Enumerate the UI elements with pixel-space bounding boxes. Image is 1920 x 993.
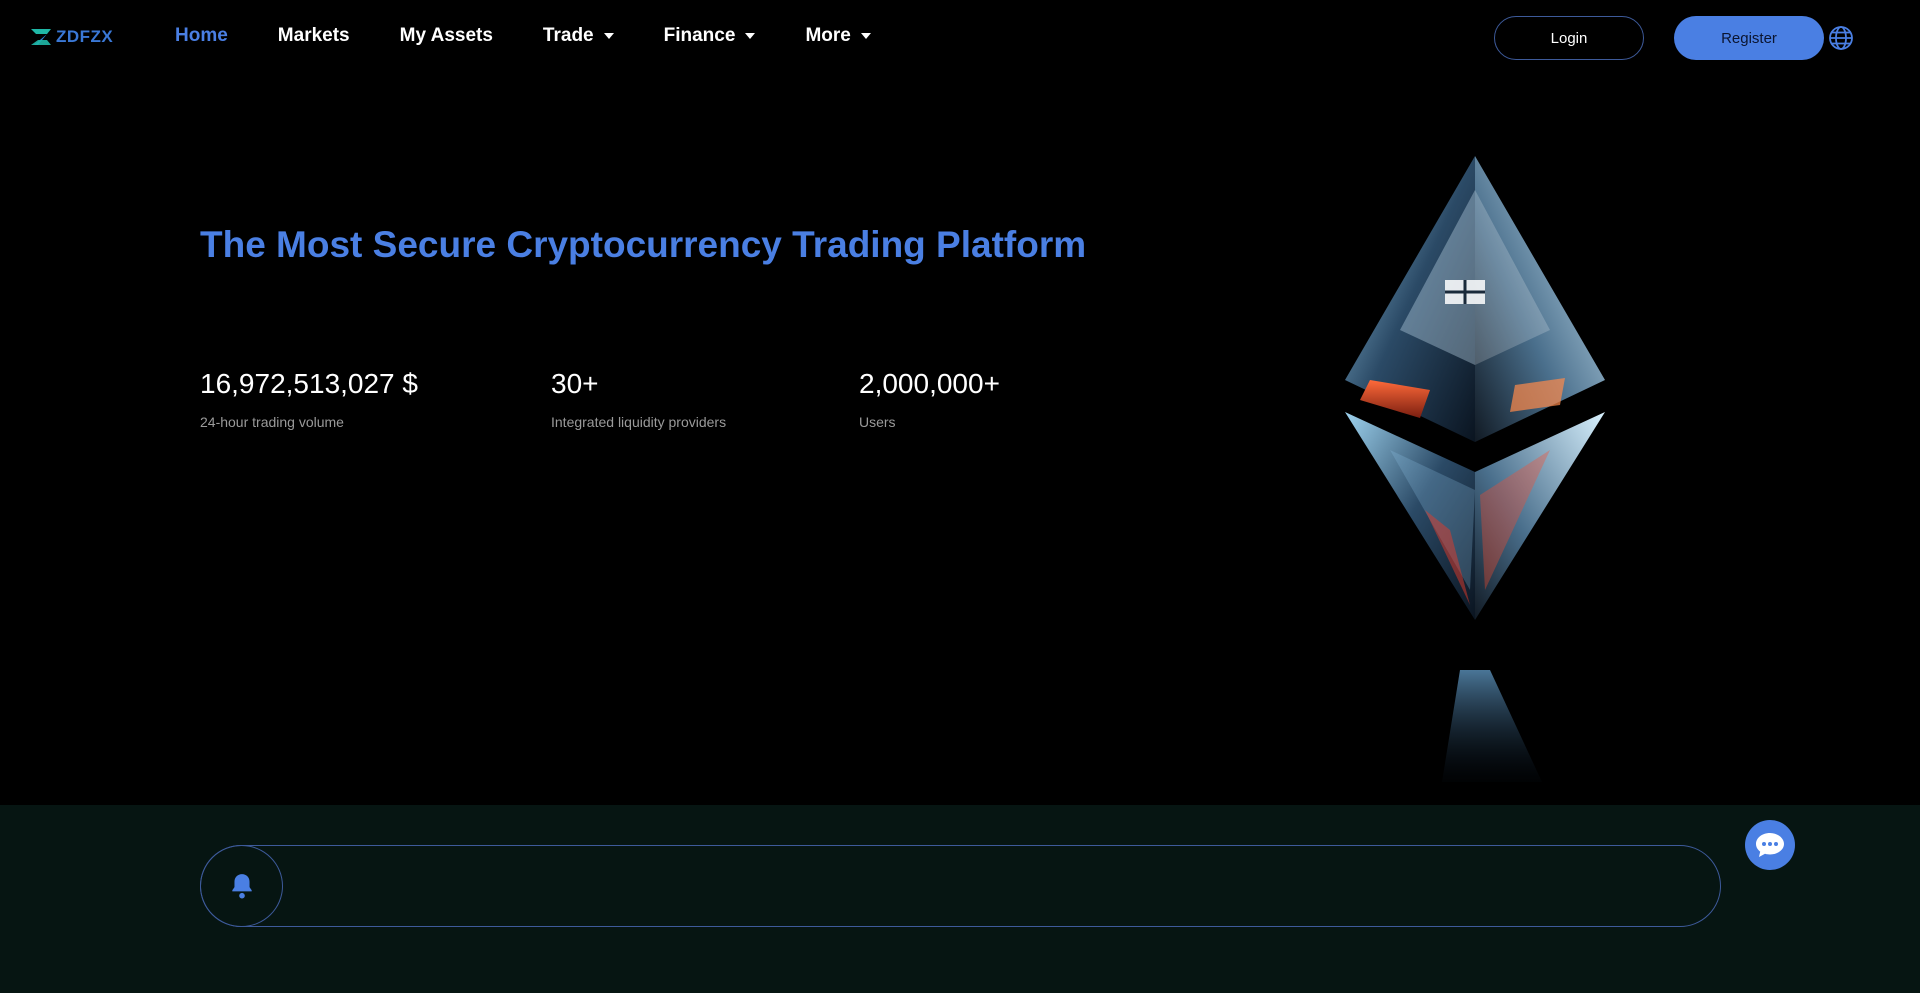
stat-trading-volume: 16,972,513,027 $ 24-hour trading volume <box>200 368 418 430</box>
bell-icon <box>231 874 252 899</box>
nav-label: Home <box>175 25 228 46</box>
globe-icon[interactable] <box>1828 25 1854 51</box>
nav-item-trade[interactable]: Trade <box>543 25 614 47</box>
nav-item-my-assets[interactable]: My Assets <box>400 25 493 47</box>
top-navbar: ZDFZX Home Markets My Assets Trade Finan… <box>0 0 1920 75</box>
caret-down-icon <box>603 33 614 39</box>
logo-mark-icon <box>31 29 51 45</box>
stat-value: 2,000,000+ <box>859 368 1000 399</box>
nav-label: Finance <box>663 25 736 46</box>
notice-bell-button[interactable] <box>200 845 283 927</box>
brand-name: ZDFZX <box>56 27 114 46</box>
nav-label: More <box>805 25 851 46</box>
stat-value: 30+ <box>551 368 599 399</box>
nav-item-finance[interactable]: Finance <box>664 25 756 47</box>
nav-label: Trade <box>542 25 594 46</box>
stat-users: 2,000,000+ Users <box>859 368 1000 430</box>
register-button[interactable]: Register <box>1674 16 1824 60</box>
caret-down-icon <box>745 33 756 39</box>
stat-value: 16,972,513,027 $ <box>200 368 418 399</box>
brand-logo[interactable]: ZDFZX <box>30 27 113 47</box>
nav-item-markets[interactable]: Markets <box>278 25 350 47</box>
login-button[interactable]: Login <box>1494 16 1644 60</box>
nav-label: My Assets <box>399 25 493 46</box>
chat-support-button[interactable] <box>1745 820 1795 870</box>
crystal-ethereum-illustration <box>1345 156 1605 782</box>
stat-label: Users <box>859 414 896 430</box>
chat-icon <box>1756 833 1784 857</box>
caret-down-icon <box>860 33 871 39</box>
nav-label: Markets <box>277 25 350 46</box>
notice-bar[interactable] <box>200 845 1721 927</box>
main-nav: Home Markets My Assets Trade Finance Mor… <box>175 25 921 47</box>
nav-item-home[interactable]: Home <box>175 25 228 47</box>
stat-label: Integrated liquidity providers <box>551 414 727 430</box>
stat-label: 24-hour trading volume <box>200 414 344 430</box>
hero-title: The Most Secure Cryptocurrency Trading P… <box>200 224 1087 265</box>
nav-item-more[interactable]: More <box>805 25 871 47</box>
stat-liquidity-providers: 30+ Integrated liquidity providers <box>551 368 726 430</box>
